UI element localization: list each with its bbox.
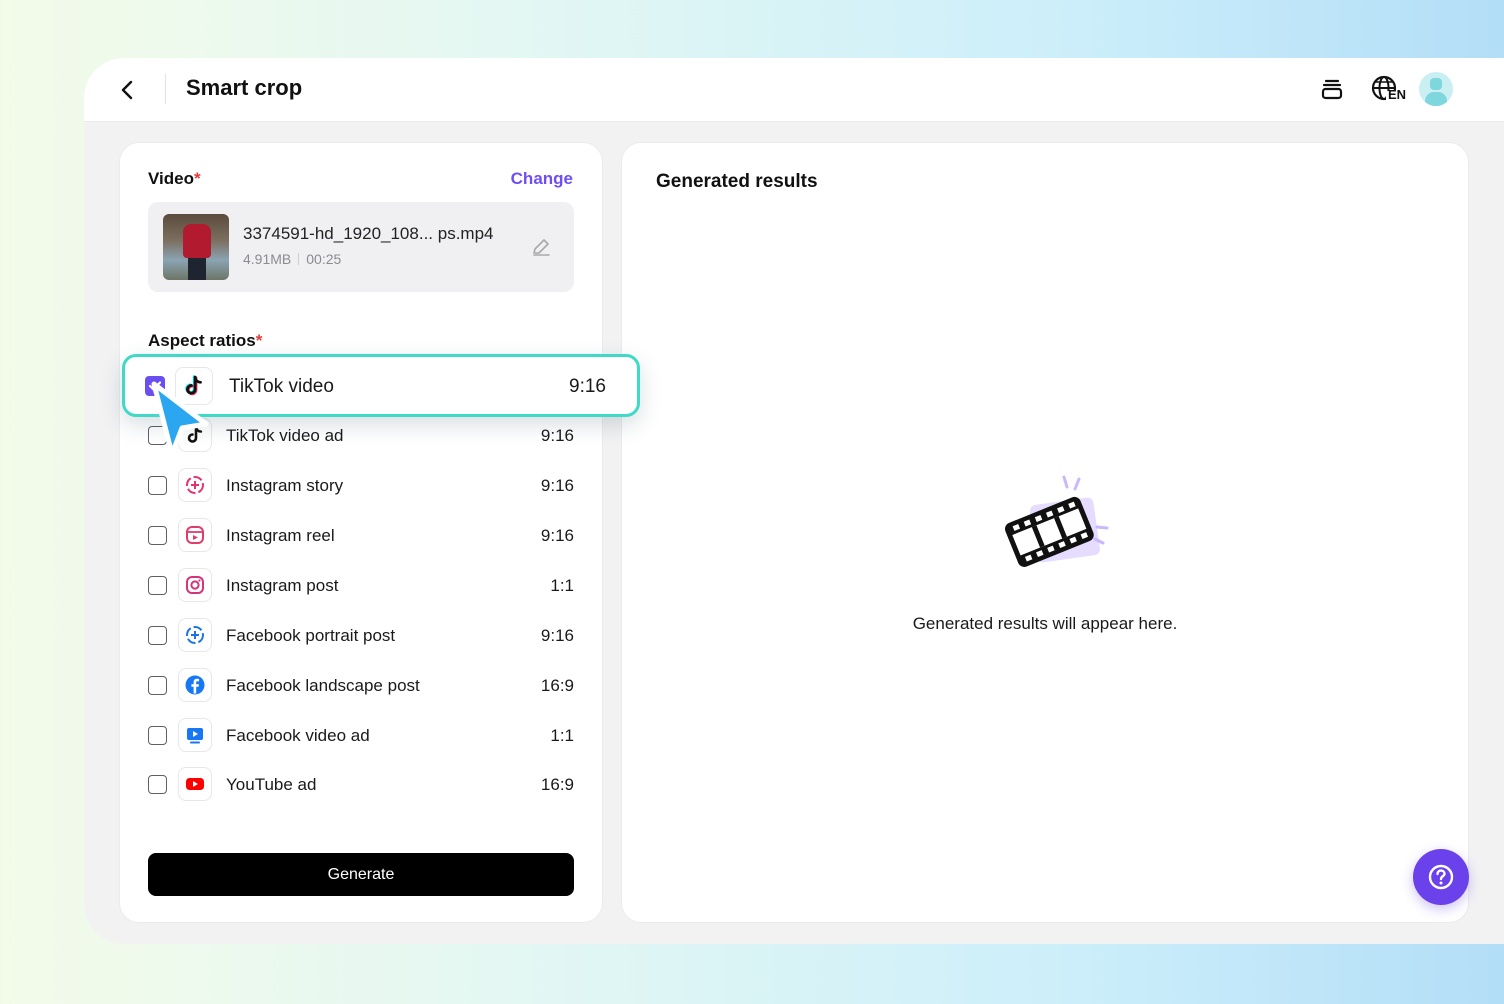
- stack-button[interactable]: [1314, 72, 1350, 108]
- checkbox-facebook-landscape-post[interactable]: [148, 676, 167, 695]
- ratio-row-instagram-reel[interactable]: Instagram reel 9:16: [148, 515, 574, 555]
- language-label: EN: [1388, 87, 1407, 102]
- header-divider: [165, 74, 166, 104]
- facebook-video-icon: [178, 718, 212, 752]
- ratio-label: YouTube ad: [226, 775, 317, 794]
- back-button[interactable]: [114, 76, 142, 104]
- edit-file-button[interactable]: [530, 236, 552, 258]
- ratio-row-facebook-landscape-post[interactable]: Facebook landscape post 16:9: [148, 665, 574, 705]
- top-bar: Smart crop EN: [84, 58, 1504, 122]
- facebook-story-icon: [178, 618, 212, 652]
- ratio-value: 1:1: [550, 576, 574, 595]
- page-title: Smart crop: [186, 75, 303, 100]
- checkbox-instagram-reel[interactable]: [148, 526, 167, 545]
- ratio-label: Instagram reel: [226, 526, 335, 545]
- instagram-icon: [178, 568, 212, 602]
- app-window: Smart crop EN Video* Change 3374591-hd_1…: [84, 58, 1504, 944]
- ratio-value: 16:9: [540, 775, 574, 794]
- settings-panel: Video* Change 3374591-hd_1920_108... ps.…: [119, 142, 603, 923]
- file-duration: 00:25: [306, 251, 342, 267]
- ratio-label: Instagram story: [226, 476, 344, 495]
- checkbox-youtube-ad[interactable]: [148, 775, 167, 794]
- ratio-row-facebook-portrait-post[interactable]: Facebook portrait post 9:16: [148, 615, 574, 655]
- checkbox-facebook-portrait-post[interactable]: [148, 626, 167, 645]
- ratio-value: 9:16: [540, 426, 574, 445]
- file-size: 4.91MB: [243, 251, 292, 267]
- checkbox-facebook-video-ad[interactable]: [148, 726, 167, 745]
- ratio-label: Facebook portrait post: [226, 626, 396, 645]
- results-panel: Generated results Generated results will…: [621, 142, 1469, 923]
- help-button[interactable]: [1413, 849, 1469, 905]
- file-name: 3374591-hd_1920_108... ps.mp4: [243, 224, 494, 243]
- ratio-value: 9:16: [540, 476, 574, 495]
- ratio-label: TikTok video: [229, 376, 334, 397]
- ratio-row-instagram-story[interactable]: Instagram story 9:16: [148, 465, 574, 505]
- instagram-reel-icon: [178, 518, 212, 552]
- youtube-icon: [178, 767, 212, 801]
- video-thumbnail: [163, 214, 229, 280]
- aspect-ratios-label: Aspect ratios*: [148, 331, 263, 350]
- generate-button[interactable]: Generate: [148, 853, 574, 896]
- stack-icon: [1321, 79, 1343, 100]
- file-meta: 4.91MB 00:25: [243, 251, 341, 267]
- avatar[interactable]: [1419, 72, 1453, 106]
- ratio-row-facebook-video-ad[interactable]: Facebook video ad 1:1: [148, 715, 574, 755]
- ratio-value: 9:16: [569, 376, 606, 397]
- pointer-cursor-icon: [151, 381, 209, 457]
- ratio-label: Instagram post: [226, 576, 339, 595]
- facebook-icon: [178, 668, 212, 702]
- language-button[interactable]: EN: [1367, 72, 1409, 108]
- empty-state-text: Generated results will appear here.: [912, 614, 1178, 633]
- ratio-label: TikTok video ad: [226, 426, 344, 445]
- change-video-link[interactable]: Change: [511, 169, 573, 189]
- checkbox-instagram-post[interactable]: [148, 576, 167, 595]
- ratio-value: 9:16: [540, 626, 574, 645]
- ratio-row-youtube-ad[interactable]: YouTube ad 16:9: [148, 764, 574, 804]
- question-icon: [1428, 864, 1454, 890]
- ratio-row-instagram-post[interactable]: Instagram post 1:1: [148, 565, 574, 605]
- results-title: Generated results: [656, 171, 818, 192]
- instagram-story-icon: [178, 468, 212, 502]
- ratio-label: Facebook video ad: [226, 726, 370, 745]
- ratio-value: 16:9: [540, 676, 574, 695]
- ratio-value: 9:16: [540, 526, 574, 545]
- ratio-value: 1:1: [550, 726, 574, 745]
- pencil-icon: [533, 239, 550, 256]
- checkbox-instagram-story[interactable]: [148, 476, 167, 495]
- chevron-left-icon: [121, 80, 133, 100]
- film-reel-icon: [1004, 475, 1109, 567]
- video-file-card: 3374591-hd_1920_108... ps.mp4 4.91MB 00:2…: [148, 202, 574, 292]
- ratio-label: Facebook landscape post: [226, 676, 420, 695]
- video-label: Video*: [148, 169, 201, 188]
